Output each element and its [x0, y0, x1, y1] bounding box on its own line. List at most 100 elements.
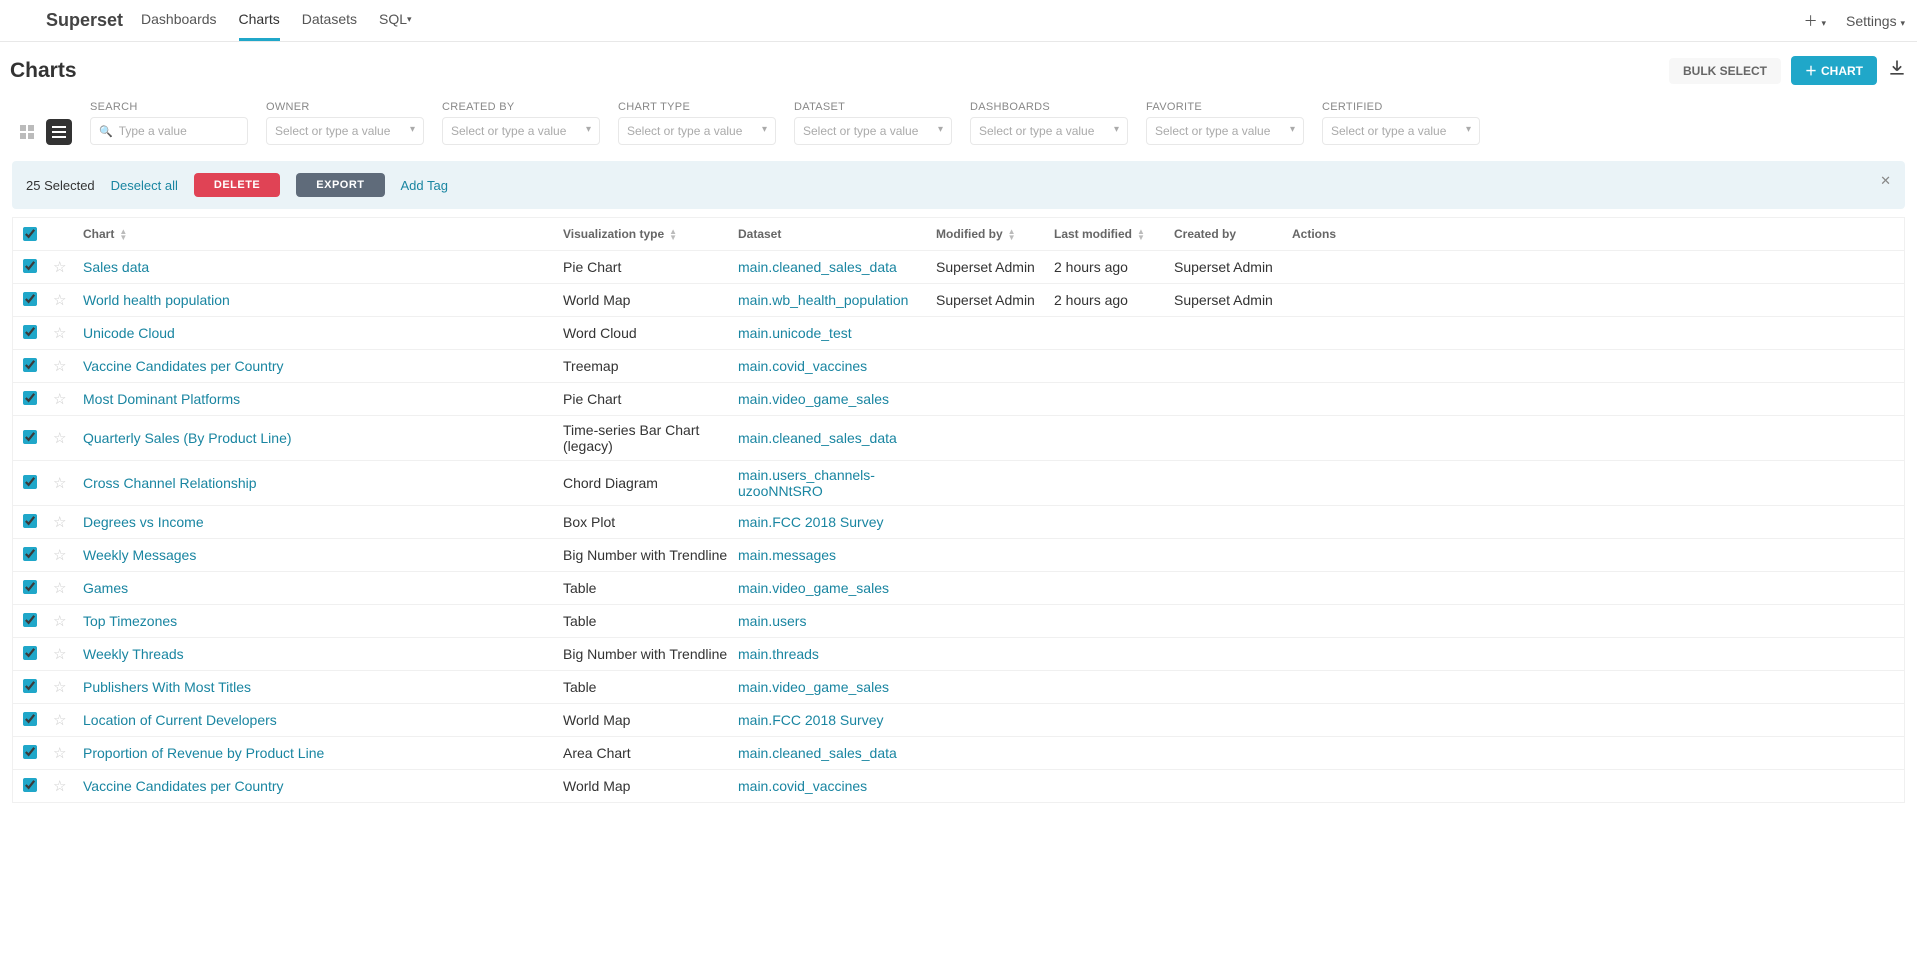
dataset-link[interactable]: main.unicode_test	[738, 325, 852, 341]
dataset-link[interactable]: main.video_game_sales	[738, 679, 889, 695]
dataset-link[interactable]: main.covid_vaccines	[738, 778, 867, 794]
dashboards-select[interactable]: Select or type a value	[970, 117, 1128, 145]
add-tag-link[interactable]: Add Tag	[401, 178, 448, 193]
certified-select[interactable]: Select or type a value	[1322, 117, 1480, 145]
dataset-link[interactable]: main.users	[738, 613, 806, 629]
row-checkbox[interactable]	[23, 325, 37, 339]
dataset-link[interactable]: main.cleaned_sales_data	[738, 745, 897, 761]
chart-name-link[interactable]: Weekly Threads	[83, 646, 184, 662]
star-icon[interactable]: ☆	[53, 324, 83, 342]
nav-charts[interactable]: Charts	[239, 0, 280, 41]
row-checkbox[interactable]	[23, 430, 37, 444]
row-checkbox[interactable]	[23, 547, 37, 561]
row-checkbox[interactable]	[23, 580, 37, 594]
list-view-button[interactable]	[46, 119, 72, 145]
new-chart-button[interactable]: ＋CHART	[1791, 56, 1877, 85]
row-checkbox[interactable]	[23, 712, 37, 726]
chart-name-link[interactable]: Degrees vs Income	[83, 514, 204, 530]
row-checkbox[interactable]	[23, 514, 37, 528]
row-checkbox[interactable]	[23, 646, 37, 660]
star-icon[interactable]: ☆	[53, 429, 83, 447]
dataset-link[interactable]: main.users_channels-uzooNNtSRO	[738, 467, 875, 499]
close-icon[interactable]: ✕	[1880, 173, 1891, 189]
chart-name-link[interactable]: Vaccine Candidates per Country	[83, 358, 284, 374]
deselect-all-link[interactable]: Deselect all	[111, 178, 178, 193]
nav-dashboards[interactable]: Dashboards	[141, 0, 217, 41]
settings-menu[interactable]: Settings ▾	[1846, 13, 1905, 29]
star-icon[interactable]: ☆	[53, 645, 83, 663]
row-checkbox[interactable]	[23, 745, 37, 759]
star-icon[interactable]: ☆	[53, 711, 83, 729]
row-checkbox[interactable]	[23, 613, 37, 627]
row-checkbox[interactable]	[23, 358, 37, 372]
export-button[interactable]: EXPORT	[296, 173, 384, 197]
dataset-select[interactable]: Select or type a value	[794, 117, 952, 145]
star-icon[interactable]: ☆	[53, 474, 83, 492]
table-row: ☆Most Dominant PlatformsPie Chartmain.vi…	[13, 382, 1904, 415]
row-checkbox[interactable]	[23, 391, 37, 405]
row-checkbox[interactable]	[23, 679, 37, 693]
star-icon[interactable]: ☆	[53, 744, 83, 762]
dataset-link[interactable]: main.wb_health_population	[738, 292, 908, 308]
page-subheader: Charts BULK SELECT ＋CHART	[0, 42, 1917, 93]
new-icon[interactable]: ＋ ▾	[1804, 11, 1826, 31]
chart-name-link[interactable]: Top Timezones	[83, 613, 177, 629]
select-all-checkbox[interactable]	[23, 227, 37, 241]
dataset-link[interactable]: main.messages	[738, 547, 836, 563]
row-checkbox[interactable]	[23, 778, 37, 792]
star-icon[interactable]: ☆	[53, 258, 83, 276]
chart-name-link[interactable]: Location of Current Developers	[83, 712, 277, 728]
created-by-select[interactable]: Select or type a value	[442, 117, 600, 145]
chart-name-link[interactable]: Cross Channel Relationship	[83, 475, 257, 491]
star-icon[interactable]: ☆	[53, 291, 83, 309]
chart-name-link[interactable]: World health population	[83, 292, 230, 308]
chart-type-select[interactable]: Select or type a value	[618, 117, 776, 145]
table-row: ☆Top TimezonesTablemain.users	[13, 604, 1904, 637]
row-checkbox[interactable]	[23, 292, 37, 306]
row-checkbox[interactable]	[23, 475, 37, 489]
dataset-link[interactable]: main.video_game_sales	[738, 391, 889, 407]
chart-name-link[interactable]: Most Dominant Platforms	[83, 391, 240, 407]
star-icon[interactable]: ☆	[53, 513, 83, 531]
nav-sql[interactable]: SQL ▾	[379, 0, 412, 41]
logo[interactable]: Superset	[12, 7, 123, 35]
dataset-link[interactable]: main.covid_vaccines	[738, 358, 867, 374]
dataset-link[interactable]: main.FCC 2018 Survey	[738, 514, 884, 530]
chart-name-link[interactable]: Vaccine Candidates per Country	[83, 778, 284, 794]
chart-name-link[interactable]: Quarterly Sales (By Product Line)	[83, 430, 292, 446]
chart-name-link[interactable]: Publishers With Most Titles	[83, 679, 251, 695]
search-input[interactable]: 🔍Type a value	[90, 117, 248, 145]
nav-datasets[interactable]: Datasets	[302, 0, 357, 41]
dataset-link[interactable]: main.video_game_sales	[738, 580, 889, 596]
star-icon[interactable]: ☆	[53, 357, 83, 375]
star-icon[interactable]: ☆	[53, 546, 83, 564]
dataset-link[interactable]: main.cleaned_sales_data	[738, 259, 897, 275]
chart-name-link[interactable]: Unicode Cloud	[83, 325, 175, 341]
delete-button[interactable]: DELETE	[194, 173, 280, 197]
row-checkbox[interactable]	[23, 259, 37, 273]
owner-select[interactable]: Select or type a value	[266, 117, 424, 145]
dataset-link[interactable]: main.threads	[738, 646, 819, 662]
dataset-link[interactable]: main.FCC 2018 Survey	[738, 712, 884, 728]
download-icon[interactable]	[1887, 58, 1907, 84]
bulk-select-button[interactable]: BULK SELECT	[1669, 58, 1781, 84]
chart-name-link[interactable]: Sales data	[83, 259, 149, 275]
viz-type: Word Cloud	[563, 325, 738, 341]
star-icon[interactable]: ☆	[53, 612, 83, 630]
star-icon[interactable]: ☆	[53, 777, 83, 795]
chart-name-link[interactable]: Games	[83, 580, 128, 596]
col-last-modified[interactable]: Last modified▲▼	[1054, 227, 1174, 241]
chevron-down-icon: ▾	[407, 14, 412, 25]
chart-name-link[interactable]: Proportion of Revenue by Product Line	[83, 745, 324, 761]
col-chart[interactable]: Chart▲▼	[83, 227, 563, 241]
star-icon[interactable]: ☆	[53, 678, 83, 696]
dataset-link[interactable]: main.cleaned_sales_data	[738, 430, 897, 446]
chart-name-link[interactable]: Weekly Messages	[83, 547, 196, 563]
favorite-select[interactable]: Select or type a value	[1146, 117, 1304, 145]
viz-type: Treemap	[563, 358, 738, 374]
col-viz[interactable]: Visualization type▲▼	[563, 227, 738, 241]
col-modified-by[interactable]: Modified by▲▼	[936, 227, 1054, 241]
grid-view-button[interactable]	[14, 119, 40, 145]
star-icon[interactable]: ☆	[53, 390, 83, 408]
star-icon[interactable]: ☆	[53, 579, 83, 597]
